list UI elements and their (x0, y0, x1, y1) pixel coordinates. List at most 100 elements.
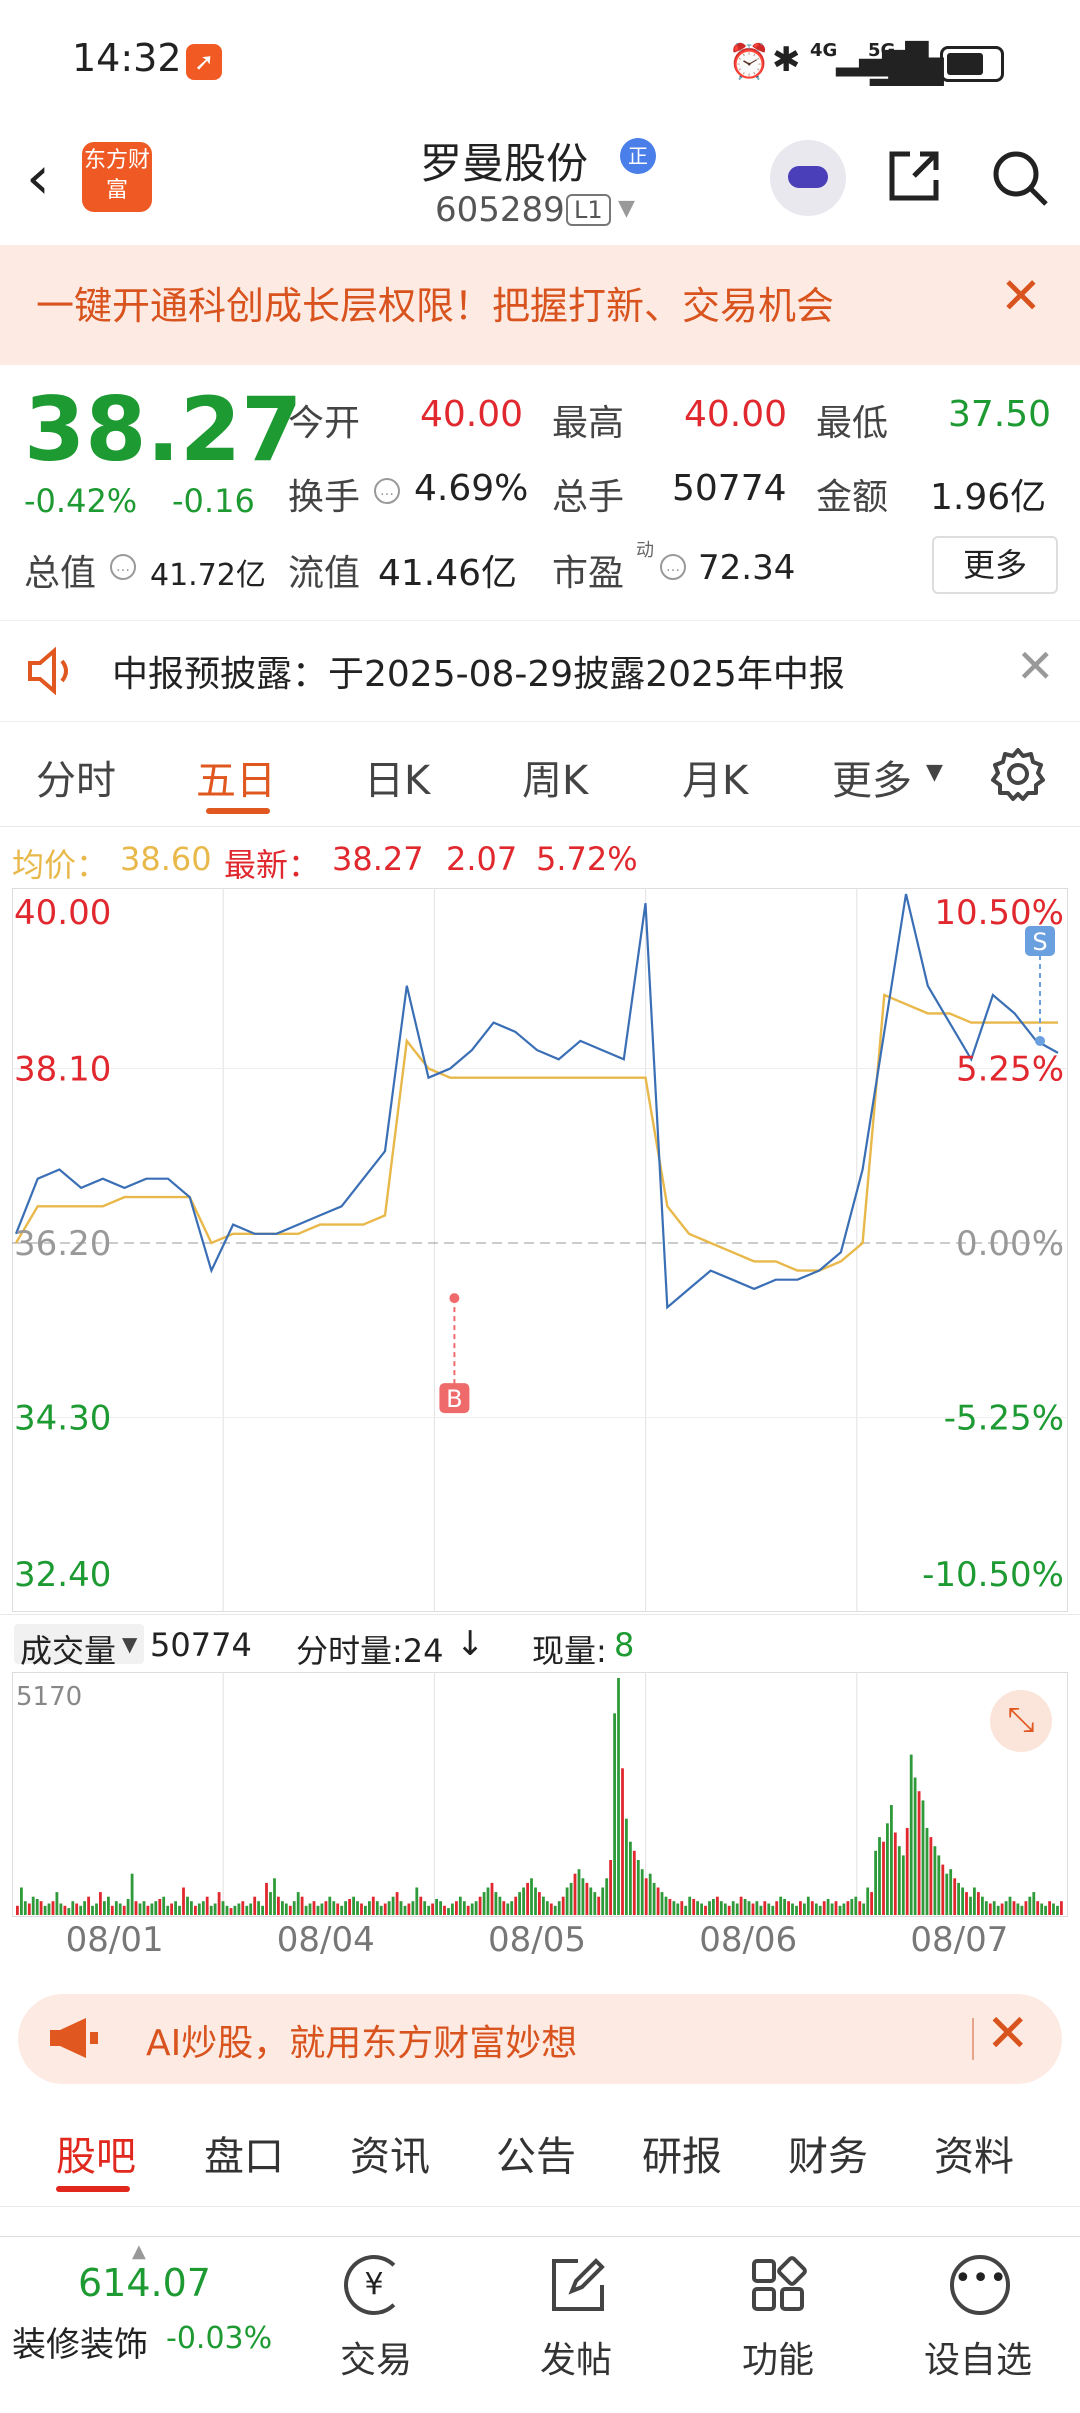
more-quote-button[interactable]: 更多 (932, 536, 1058, 594)
volume-bar (110, 1905, 114, 1915)
tab-weekly-k[interactable]: 周K (522, 748, 588, 806)
volume-bar (154, 1901, 158, 1915)
volume-bar (83, 1901, 86, 1915)
grid-apps-icon[interactable] (748, 2255, 808, 2315)
y-axis-price-label: 36.20 (14, 1224, 111, 1264)
volume-bar (735, 1903, 739, 1915)
volume-bar (731, 1901, 735, 1915)
sector-index-value[interactable]: 614.07 (78, 2261, 211, 2305)
trade-icon[interactable]: ¥ (344, 2255, 404, 2315)
volume-bar (411, 1901, 415, 1915)
info-icon[interactable]: … (110, 554, 136, 580)
volume-bar (478, 1896, 482, 1915)
volume-bar (684, 1905, 688, 1915)
volume-bar (99, 1892, 102, 1915)
volume-bar (439, 1901, 442, 1915)
gear-icon[interactable] (990, 746, 1046, 802)
promo-text[interactable]: 一键开通科创成长层权限！把握打新、交易机会 (36, 275, 834, 330)
volume-bar (462, 1901, 466, 1915)
volume-bar (569, 1882, 573, 1915)
volume-bar (186, 1896, 189, 1915)
volume-bar (51, 1901, 55, 1915)
volume-label[interactable]: 成交量 (20, 1626, 116, 1672)
tab-news[interactable]: 资讯 (350, 2124, 430, 2182)
volume-bar (182, 1887, 185, 1915)
volume-bar (676, 1903, 680, 1915)
close-icon[interactable]: ✕ (1000, 267, 1042, 325)
add-watchlist-button[interactable]: 设自选 (924, 2331, 1032, 2383)
volume-bar (791, 1903, 794, 1915)
chevron-up-icon[interactable]: ▲ (132, 2241, 146, 2262)
volume-bar (589, 1887, 593, 1915)
tab-five-day[interactable]: 五日 (196, 748, 276, 806)
tab-orderbook[interactable]: 盘口 (204, 2124, 284, 2182)
edit-icon[interactable] (548, 2255, 608, 2315)
volume-bar (277, 1896, 280, 1915)
chart-frame (12, 888, 1068, 1612)
notice-bar[interactable]: 中报预披露：于2025-08-29披露2025年中报 ✕ (0, 620, 1080, 722)
volume-bar (197, 1903, 201, 1915)
volume-bar (233, 1905, 237, 1915)
volume-bar (245, 1905, 249, 1915)
tab-forum[interactable]: 股吧 (56, 2124, 136, 2182)
tab-profile[interactable]: 资料 (934, 2124, 1014, 2182)
volume-bar (39, 1901, 43, 1915)
volume-bar (130, 1873, 134, 1915)
ai-banner-text[interactable]: AI炒股，就用东方财富妙想 (146, 2014, 577, 2066)
close-icon[interactable]: ✕ (1016, 639, 1055, 693)
volume-bar (996, 1905, 1000, 1915)
share-icon[interactable] (884, 146, 944, 206)
volume-chart[interactable] (12, 1672, 1068, 1917)
back-icon[interactable]: ‹ (26, 148, 50, 208)
post-button[interactable]: 发帖 (540, 2331, 612, 2383)
tab-monthly-k[interactable]: 月K (682, 748, 748, 806)
tab-more[interactable]: 更多 (832, 748, 912, 806)
function-button[interactable]: 功能 (742, 2331, 814, 2383)
ai-banner[interactable]: AI炒股，就用东方财富妙想 ✕ (18, 1994, 1062, 2084)
chevron-down-icon[interactable]: ▼ (926, 760, 943, 785)
info-icon[interactable]: … (660, 554, 686, 580)
volume-selector[interactable]: 成交量 ▼ (14, 1624, 144, 1670)
volume-bar (838, 1905, 842, 1915)
trade-marker-dot (1035, 1035, 1045, 1046)
search-icon[interactable] (988, 146, 1052, 210)
sector-name[interactable]: 装修装饰 (12, 2317, 148, 2366)
volume-bar (364, 1905, 367, 1915)
change-amount: -0.16 (172, 482, 255, 520)
notice-text[interactable]: 中报预披露：于2025-08-29披露2025年中报 (112, 645, 845, 697)
volume-bar (917, 1791, 921, 1915)
volume-bar (799, 1901, 802, 1915)
close-icon[interactable]: ✕ (986, 2004, 1030, 2064)
volume-bar (613, 1713, 616, 1915)
sector-pct[interactable]: -0.03% (166, 2321, 272, 2356)
more-dots-icon[interactable]: ••• (950, 2255, 1010, 2315)
latest-change: 2.07 (446, 840, 518, 878)
price-chart[interactable]: 40.0038.1036.2034.3032.4010.50%5.25%0.00… (12, 888, 1068, 1612)
ai-assistant-icon[interactable] (770, 140, 846, 216)
pe-label: 市盈 (552, 553, 625, 594)
volume-bar (941, 1864, 945, 1915)
chevron-down-icon[interactable]: ▼ (122, 1632, 137, 1656)
volume-bar (842, 1903, 846, 1915)
trade-marker-label: S (1032, 928, 1047, 956)
amount-label: 金额 (816, 477, 889, 518)
tab-research[interactable]: 研报 (642, 2124, 722, 2182)
tab-announcements[interactable]: 公告 (496, 2124, 576, 2182)
volume-bar (921, 1800, 925, 1915)
volume-bar (648, 1873, 652, 1915)
volume-bar (122, 1905, 126, 1915)
trade-button[interactable]: 交易 (340, 2331, 412, 2383)
tab-daily-k[interactable]: 日K (364, 748, 430, 806)
tab-intraday[interactable]: 分时 (36, 748, 116, 806)
expand-icon[interactable]: ⤡ (990, 1690, 1052, 1752)
volume-bar (118, 1903, 122, 1915)
info-icon[interactable]: … (374, 478, 400, 504)
tab-financials[interactable]: 财务 (788, 2124, 868, 2182)
quote-level-badge[interactable]: L1 (566, 194, 611, 226)
chevron-down-icon[interactable]: ▼ (618, 196, 635, 221)
promo-banner[interactable]: 一键开通科创成长层权限！把握打新、交易机会 ✕ (0, 245, 1080, 365)
volume-bar (779, 1896, 783, 1915)
volume-bar (668, 1899, 672, 1915)
app-logo[interactable]: 东方财富 (82, 142, 152, 212)
volume-bar (526, 1882, 529, 1915)
